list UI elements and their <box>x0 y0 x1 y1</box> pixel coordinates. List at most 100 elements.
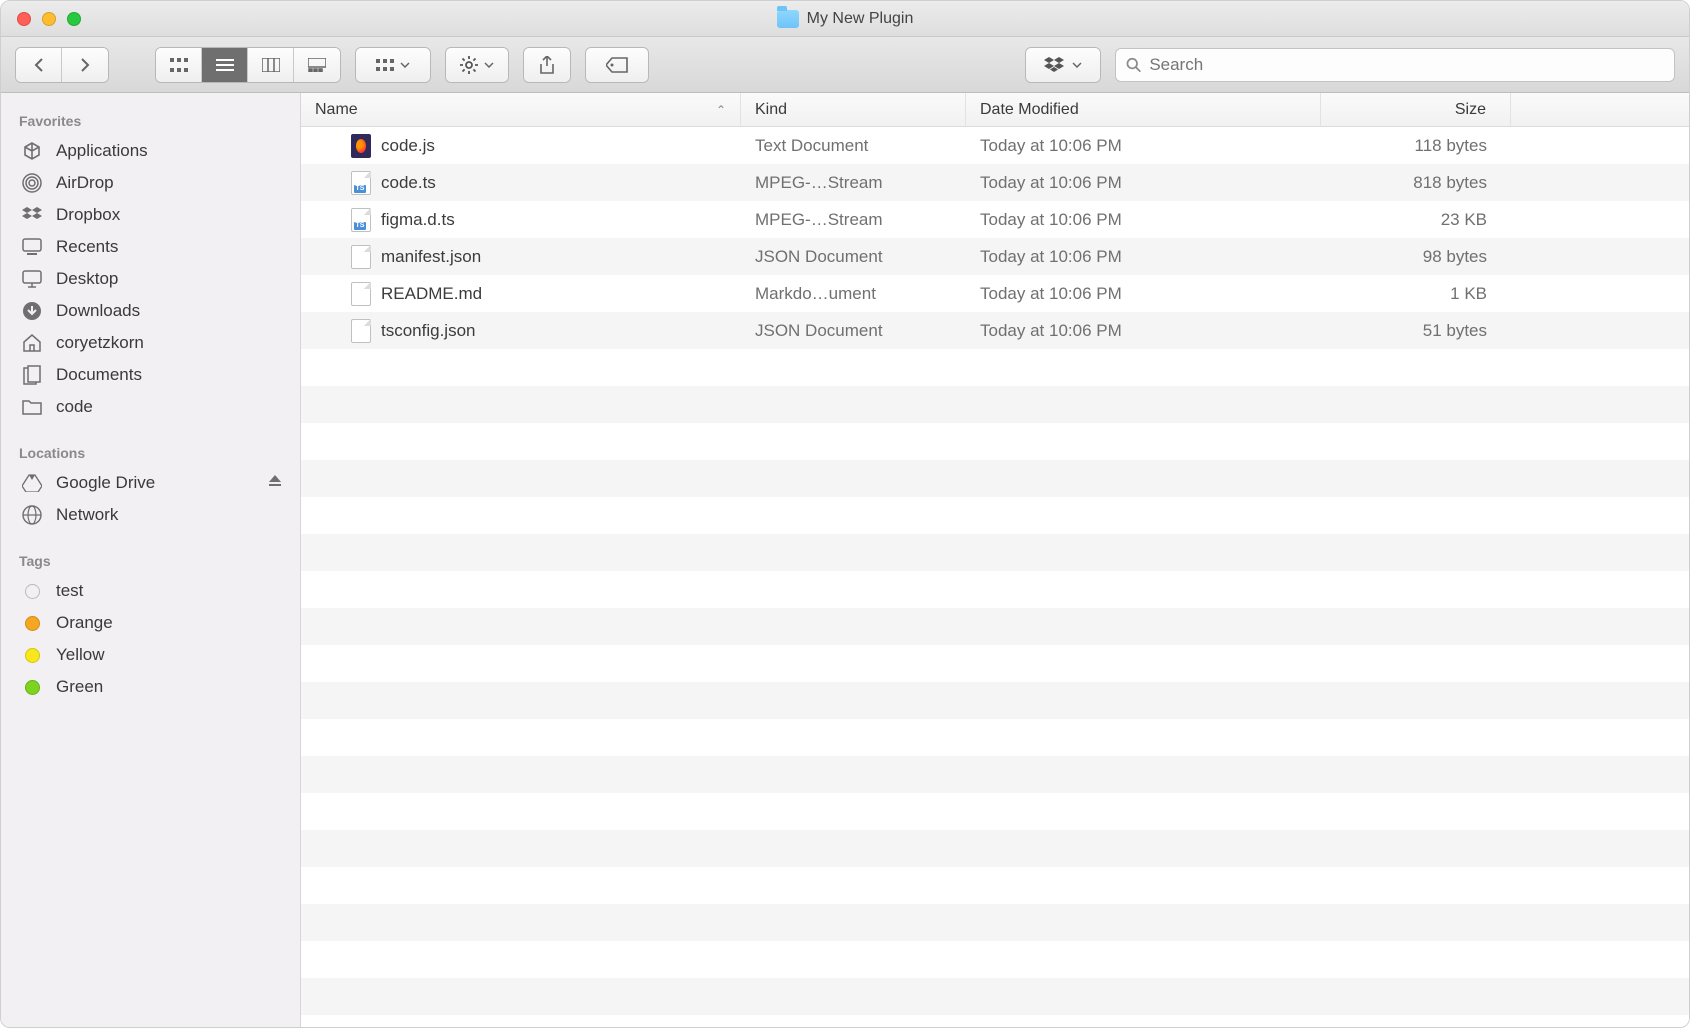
sidebar-item-label: Documents <box>56 365 142 385</box>
sidebar-tag-yellow[interactable]: Yellow <box>1 639 300 671</box>
sidebar-item-network[interactable]: Network <box>1 499 300 531</box>
sidebar-item-gdrive[interactable]: Google Drive <box>1 467 300 499</box>
sidebar-item-label: AirDrop <box>56 173 114 193</box>
column-header-size[interactable]: Size <box>1321 93 1511 126</box>
maximize-button[interactable] <box>67 12 81 26</box>
empty-row <box>301 571 1689 608</box>
sidebar-item-applications[interactable]: Applications <box>1 135 300 167</box>
empty-row <box>301 867 1689 904</box>
file-list: Name ⌃ Kind Date Modified Size code.js Te… <box>301 93 1689 1027</box>
tag-dot-icon <box>19 648 45 663</box>
empty-row <box>301 830 1689 867</box>
empty-row <box>301 460 1689 497</box>
network-icon <box>19 505 45 525</box>
sidebar-item-airdrop[interactable]: AirDrop <box>1 167 300 199</box>
sidebar-item-label: code <box>56 397 93 417</box>
tag-dot-icon <box>19 584 45 599</box>
sidebar-item-label: Recents <box>56 237 118 257</box>
sidebar-item-label: test <box>56 581 83 601</box>
desktop-icon <box>19 270 45 288</box>
file-row[interactable]: README.mdMarkdo…umentToday at 10:06 PM1 … <box>301 275 1689 312</box>
file-icon <box>351 282 371 306</box>
tag-icon <box>606 57 628 73</box>
file-name: code.ts <box>381 173 436 193</box>
chevron-down-icon <box>400 62 410 68</box>
empty-row <box>301 386 1689 423</box>
file-name: code.js <box>381 136 435 156</box>
list-view-button[interactable] <box>202 48 248 82</box>
forward-button[interactable] <box>62 48 108 82</box>
column-header-date[interactable]: Date Modified <box>966 93 1321 126</box>
tag-dot-icon <box>19 616 45 631</box>
column-header-name[interactable]: Name ⌃ <box>301 93 741 126</box>
sidebar-item-desktop[interactable]: Desktop <box>1 263 300 295</box>
sidebar-tag-test[interactable]: test <box>1 575 300 607</box>
tag-button[interactable] <box>585 47 649 83</box>
sidebar-item-code[interactable]: code <box>1 391 300 423</box>
back-button[interactable] <box>16 48 62 82</box>
share-icon <box>539 56 555 74</box>
dropbox-icon <box>1044 57 1064 73</box>
sidebar-section-favorites: Favorites <box>1 105 300 135</box>
sidebar-item-documents[interactable]: Documents <box>1 359 300 391</box>
chevron-down-icon <box>1072 62 1082 68</box>
dropbox-dropdown[interactable] <box>1025 47 1101 83</box>
file-extra <box>1511 201 1689 238</box>
empty-row <box>301 719 1689 756</box>
file-date: Today at 10:06 PM <box>966 201 1321 238</box>
sidebar-item-recents[interactable]: Recents <box>1 231 300 263</box>
file-size: 98 bytes <box>1321 238 1511 275</box>
file-icon <box>351 245 371 269</box>
file-row[interactable]: TScode.tsMPEG-…StreamToday at 10:06 PM81… <box>301 164 1689 201</box>
gallery-view-button[interactable] <box>294 48 340 82</box>
sidebar-item-label: Network <box>56 505 118 525</box>
file-row[interactable]: code.jsText DocumentToday at 10:06 PM118… <box>301 127 1689 164</box>
empty-row <box>301 904 1689 941</box>
gear-icon <box>460 56 478 74</box>
file-date: Today at 10:06 PM <box>966 164 1321 201</box>
search-icon <box>1126 57 1141 73</box>
file-kind: MPEG-…Stream <box>741 164 966 201</box>
file-kind: MPEG-…Stream <box>741 201 966 238</box>
sidebar-item-home[interactable]: coryetzkorn <box>1 327 300 359</box>
close-button[interactable] <box>17 12 31 26</box>
sidebar-section-locations: Locations <box>1 437 300 467</box>
group-by-dropdown[interactable] <box>355 47 431 83</box>
file-row[interactable]: tsconfig.jsonJSON DocumentToday at 10:06… <box>301 312 1689 349</box>
share-button[interactable] <box>523 47 571 83</box>
sidebar-item-label: Applications <box>56 141 148 161</box>
sidebar-item-label: coryetzkorn <box>56 333 144 353</box>
column-header-label: Date Modified <box>980 101 1079 119</box>
downloads-icon <box>19 301 45 321</box>
sidebar: Favorites Applications AirDrop Dropbox R… <box>1 93 301 1027</box>
sidebar-item-downloads[interactable]: Downloads <box>1 295 300 327</box>
search-input[interactable] <box>1149 49 1664 81</box>
icon-view-button[interactable] <box>156 48 202 82</box>
file-row[interactable]: manifest.jsonJSON DocumentToday at 10:06… <box>301 238 1689 275</box>
empty-row <box>301 423 1689 460</box>
sidebar-item-label: Downloads <box>56 301 140 321</box>
finder-window: My New Plugin <box>0 0 1690 1028</box>
traffic-lights <box>1 12 81 26</box>
sort-ascending-icon: ⌃ <box>716 103 726 117</box>
eject-icon[interactable] <box>268 473 282 493</box>
file-name: manifest.json <box>381 247 481 267</box>
file-size: 818 bytes <box>1321 164 1511 201</box>
action-dropdown[interactable] <box>445 47 509 83</box>
minimize-button[interactable] <box>42 12 56 26</box>
file-date: Today at 10:06 PM <box>966 238 1321 275</box>
column-view-button[interactable] <box>248 48 294 82</box>
column-header-label: Name <box>315 101 358 119</box>
file-kind: JSON Document <box>741 312 966 349</box>
sidebar-tag-orange[interactable]: Orange <box>1 607 300 639</box>
column-header-kind[interactable]: Kind <box>741 93 966 126</box>
file-size: 51 bytes <box>1321 312 1511 349</box>
file-kind: Text Document <box>741 127 966 164</box>
tag-dot-icon <box>19 680 45 695</box>
sidebar-item-dropbox[interactable]: Dropbox <box>1 199 300 231</box>
sidebar-tag-green[interactable]: Green <box>1 671 300 703</box>
file-row[interactable]: TSfigma.d.tsMPEG-…StreamToday at 10:06 P… <box>301 201 1689 238</box>
search-field[interactable] <box>1115 48 1675 82</box>
sidebar-item-label: Orange <box>56 613 113 633</box>
recents-icon <box>19 238 45 256</box>
